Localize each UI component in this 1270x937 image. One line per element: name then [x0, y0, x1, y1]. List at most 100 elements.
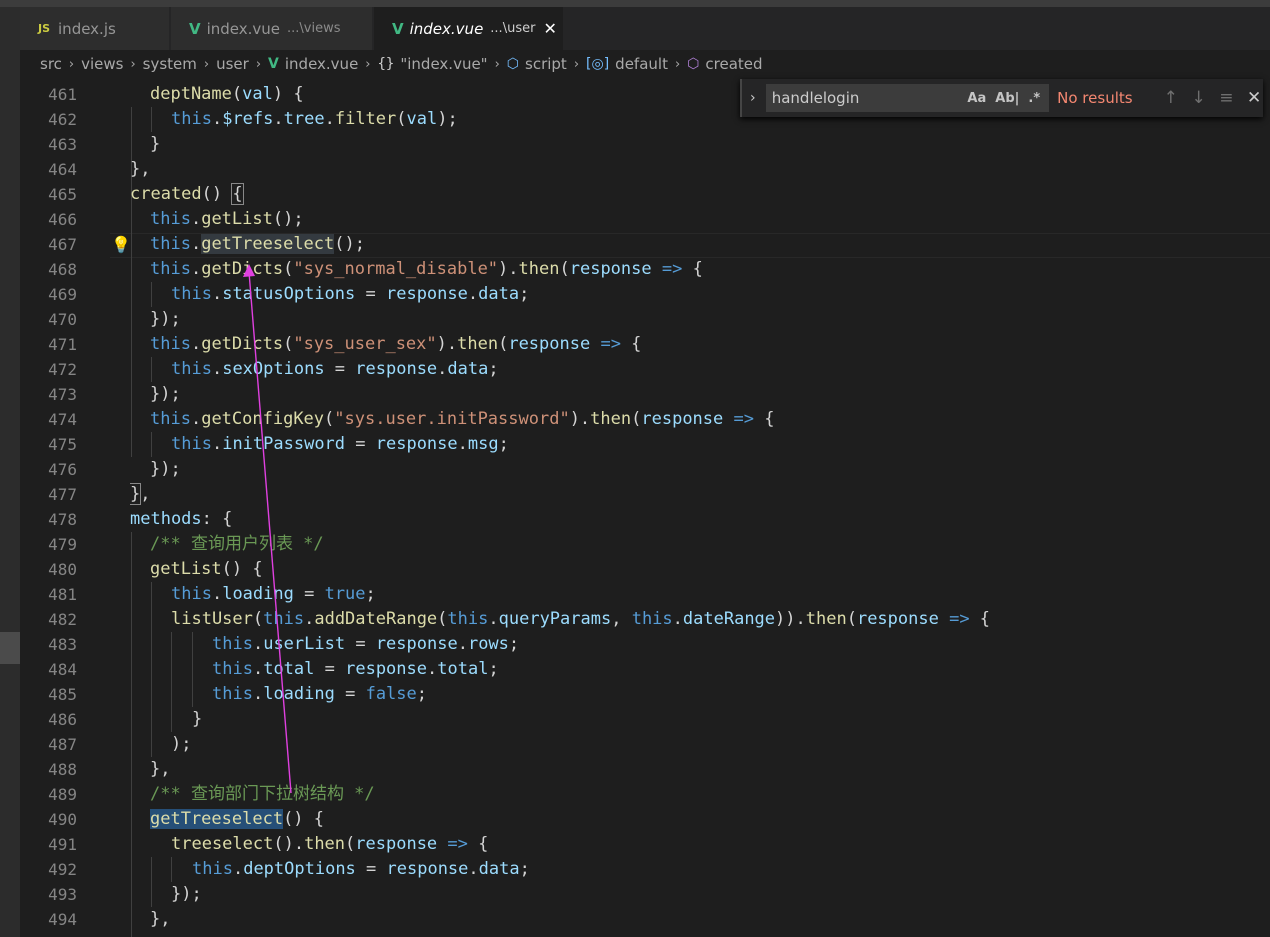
code-line: this.sexOptions = response.data; — [171, 359, 499, 379]
code-line: created() { — [130, 183, 244, 205]
line-number: 489 — [48, 785, 77, 804]
breadcrumb-item-created[interactable]: ⬡ created — [687, 55, 762, 73]
code-line: }); — [150, 309, 181, 329]
tab-description: ...\user — [490, 21, 536, 36]
title-strip — [0, 0, 1270, 7]
code-line: /** 查询部门下拉树结构 */ — [150, 784, 375, 804]
code-line: }, — [130, 159, 151, 179]
code-line: /** 查询用户列表 */ — [150, 534, 324, 554]
line-number: 482 — [48, 610, 77, 629]
line-number: 464 — [48, 160, 77, 179]
tab-index-vue-user[interactable]: V index.vue ...\user ✕ — [374, 7, 564, 50]
indent-guide — [151, 357, 152, 382]
code-line: this.getTreeselect(); — [150, 234, 365, 254]
line-number: 461 — [48, 85, 77, 104]
code-line: this.initPassword = response.msg; — [171, 434, 509, 454]
line-number: 493 — [48, 885, 77, 904]
cube-icon: ⬡ — [506, 56, 520, 72]
code-line: }); — [171, 884, 202, 904]
breadcrumb-item-module[interactable]: {} "index.vue" — [378, 55, 488, 73]
line-number: 465 — [48, 185, 77, 204]
match-case-toggle[interactable]: Aa — [967, 91, 986, 106]
vue-icon: V — [392, 19, 404, 38]
indent-guide — [151, 107, 152, 132]
line-number: 474 — [48, 410, 77, 429]
code-editor[interactable]: deptName(val) { this.$refs.tree.filter(v… — [130, 82, 1270, 937]
code-line: }, — [150, 909, 171, 929]
arrow-up-icon[interactable]: ↑ — [1162, 88, 1180, 108]
find-status: No results — [1057, 89, 1133, 107]
tab-label: index.js — [58, 19, 116, 38]
breadcrumb: src › views › system › user › Vindex.vue… — [20, 50, 1270, 78]
line-number: 490 — [48, 810, 77, 829]
line-number: 468 — [48, 260, 77, 279]
breadcrumb-item-src[interactable]: src — [40, 55, 62, 73]
arrow-down-icon[interactable]: ↓ — [1190, 88, 1208, 108]
scroll-marker — [0, 632, 20, 664]
line-number: 481 — [48, 585, 77, 604]
tab-index-js[interactable]: JS index.js — [20, 7, 170, 50]
lightbulb-icon[interactable]: 💡 — [111, 235, 131, 254]
line-number: 485 — [48, 685, 77, 704]
breadcrumb-item-default[interactable]: [◎] default — [586, 55, 668, 73]
chevron-right-icon: › — [130, 56, 136, 72]
breadcrumb-item-user[interactable]: user — [216, 55, 249, 73]
line-number: 466 — [48, 210, 77, 229]
line-number: 483 — [48, 635, 77, 654]
regex-toggle[interactable]: .* — [1028, 91, 1040, 106]
indent-guide — [151, 432, 152, 457]
line-number: 477 — [48, 485, 77, 504]
chevron-right-icon: › — [68, 56, 75, 72]
select-lines-icon[interactable]: ≡ — [1217, 88, 1235, 108]
code-line: methods: { — [130, 509, 233, 529]
line-number: 471 — [48, 335, 77, 354]
line-number: 488 — [48, 760, 77, 779]
code-line: deptName(val) { — [150, 84, 304, 104]
chevron-right-icon[interactable]: › — [742, 90, 764, 106]
code-line: }); — [150, 384, 181, 404]
code-line: this.loading = true; — [171, 584, 376, 604]
close-icon[interactable]: ✕ — [543, 19, 556, 38]
line-number: 478 — [48, 510, 77, 529]
line-number: 476 — [48, 460, 77, 479]
js-icon: JS — [38, 22, 51, 35]
tab-label: index.vue — [409, 19, 484, 38]
chevron-right-icon: › — [494, 56, 500, 72]
indent-guide — [192, 632, 193, 707]
line-number: 462 — [48, 110, 77, 129]
line-number: 469 — [48, 285, 77, 304]
line-number: 473 — [48, 385, 77, 404]
vue-icon: V — [189, 19, 201, 38]
tab-bar: JS index.js V index.vue ...\views V inde… — [20, 7, 1270, 50]
braces-icon: {} — [377, 56, 395, 72]
line-number: 467 — [48, 235, 77, 254]
line-number: 492 — [48, 860, 77, 879]
code-line: }, — [150, 759, 171, 779]
code-line: this.getConfigKey("sys.user.initPassword… — [150, 409, 775, 429]
method-icon: ⬡ — [687, 56, 700, 72]
match-whole-word-toggle[interactable]: Ab| — [995, 91, 1019, 106]
breadcrumb-item-views[interactable]: views — [81, 55, 123, 73]
line-number: 487 — [48, 735, 77, 754]
code-line: this.statusOptions = response.data; — [171, 284, 530, 304]
code-line: this.getDicts("sys_user_sex").then(respo… — [150, 334, 642, 354]
code-line: this.total = response.total; — [212, 659, 499, 679]
breadcrumb-item-system[interactable]: system — [143, 55, 197, 73]
code-line: } — [192, 709, 203, 729]
line-number-gutter: 461 462 463 464 465 466 467 468 469 470 471 472 473 4… — [20, 82, 110, 937]
code-line: this.getDicts("sys_normal_disable").then… — [150, 259, 703, 279]
close-icon[interactable]: ✕ — [1245, 88, 1263, 108]
find-input[interactable]: handlelogin Aa Ab| .* — [765, 84, 1050, 112]
breadcrumb-item-file[interactable]: Vindex.vue — [268, 55, 358, 73]
line-number: 472 — [48, 360, 77, 379]
code-line: }); — [150, 459, 181, 479]
line-number: 494 — [48, 910, 77, 929]
code-line: this.loading = false; — [212, 684, 428, 704]
field-icon: [◎] — [586, 56, 610, 72]
tab-index-vue-views[interactable]: V index.vue ...\views — [171, 7, 373, 50]
line-number: 484 — [48, 660, 77, 679]
breadcrumb-item-script[interactable]: ⬡ script — [507, 55, 567, 73]
find-widget: › handlelogin Aa Ab| .* No results ↑ ↓ ≡… — [740, 79, 1263, 117]
line-number: 470 — [48, 310, 77, 329]
line-number: 486 — [48, 710, 77, 729]
